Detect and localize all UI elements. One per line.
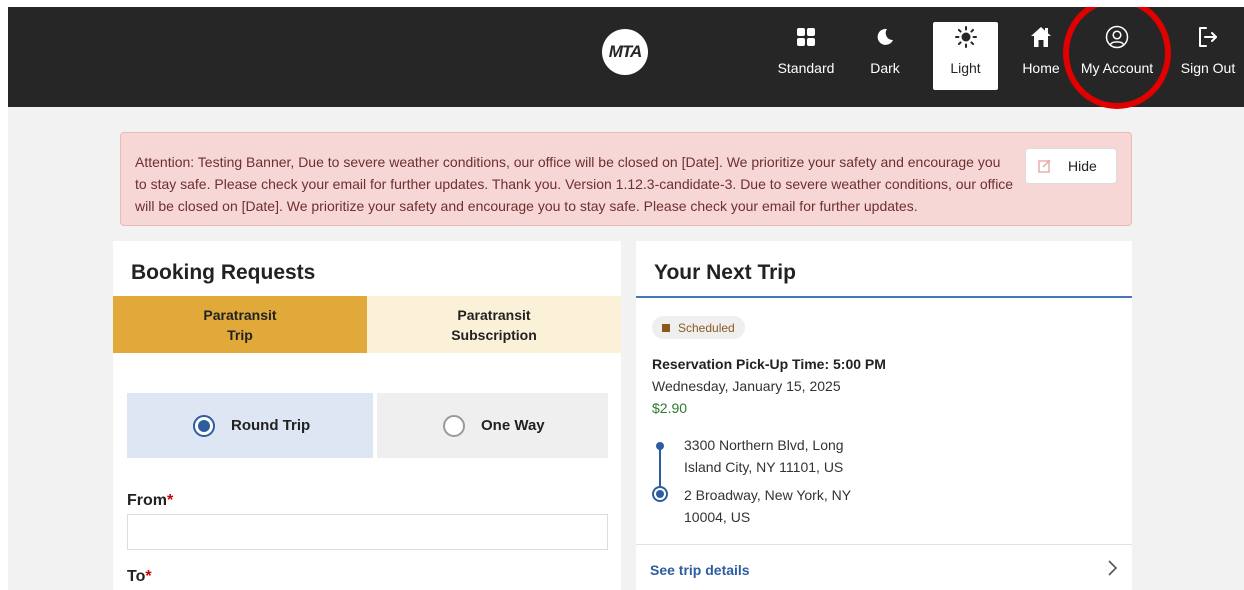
theme-dark-button[interactable]: Dark <box>860 22 910 90</box>
my-account-label: My Account <box>1080 60 1154 76</box>
app-frame: MTA Standard Dark Light Home My Account … <box>8 7 1244 590</box>
moon-icon <box>876 22 894 52</box>
origin-dot-icon <box>656 442 664 450</box>
destination-dot-icon <box>652 486 668 502</box>
theme-dark-label: Dark <box>870 60 900 76</box>
route-line <box>659 444 661 492</box>
to-label: To* <box>127 568 152 586</box>
one-way-label: One Way <box>481 417 545 434</box>
round-trip-radio[interactable] <box>193 414 215 437</box>
theme-standard-label: Standard <box>777 60 835 76</box>
edit-icon <box>1038 159 1052 173</box>
tab-paratransit-subscription[interactable]: Paratransit Subscription <box>367 296 621 353</box>
status-badge: Scheduled <box>652 316 745 339</box>
theme-light-label: Light <box>950 60 981 76</box>
my-account-button[interactable]: My Account <box>1074 22 1160 90</box>
tab-sub-line1: Paratransit <box>457 306 531 323</box>
to-label-text: To <box>127 568 146 585</box>
tab-trip-line2: Trip <box>227 326 253 343</box>
title-underline <box>636 296 1132 298</box>
status-square-icon <box>662 323 670 332</box>
alert-banner: Attention: Testing Banner, Due to severe… <box>120 132 1132 226</box>
tab-trip-line1: Paratransit <box>203 306 277 323</box>
mta-logo[interactable]: MTA <box>602 29 648 75</box>
status-text: Scheduled <box>678 320 735 335</box>
hide-label: Hide <box>1068 158 1097 174</box>
from-input[interactable] <box>127 514 608 550</box>
from-label-text: From <box>127 492 167 509</box>
round-trip-label: Round Trip <box>231 417 311 434</box>
next-trip-card: Your Next Trip Scheduled Reservation Pic… <box>636 241 1132 590</box>
home-icon <box>1030 22 1052 52</box>
sign-out-button[interactable]: Sign Out <box>1174 22 1242 90</box>
hide-banner-button[interactable]: Hide <box>1025 148 1117 184</box>
see-trip-details-link[interactable]: See trip details <box>636 545 1132 590</box>
one-way-radio[interactable] <box>443 414 465 437</box>
round-trip-option[interactable]: Round Trip <box>127 393 373 458</box>
booking-requests-card: Booking Requests Paratransit Trip Paratr… <box>113 241 621 590</box>
trip-date: Wednesday, January 15, 2025 <box>652 378 841 394</box>
theme-standard-button[interactable]: Standard <box>772 22 840 90</box>
next-trip-title: Your Next Trip <box>654 261 796 284</box>
sun-icon <box>954 22 977 52</box>
sign-out-label: Sign Out <box>1180 60 1236 76</box>
grid-icon <box>796 22 816 52</box>
booking-title: Booking Requests <box>131 261 316 284</box>
trip-fare: $2.90 <box>652 400 688 416</box>
sign-out-icon <box>1197 22 1219 52</box>
origin-address: 3300 Northern Blvd, Long Island City, NY… <box>684 437 844 475</box>
see-trip-details-label: See trip details <box>650 562 750 578</box>
tab-paratransit-trip[interactable]: Paratransit Trip <box>113 296 367 353</box>
from-required-mark: * <box>167 492 174 509</box>
top-header: MTA Standard Dark Light Home My Account … <box>8 7 1244 107</box>
destination-address: 2 Broadway, New York, NY 10004, US <box>684 487 851 525</box>
to-required-mark: * <box>145 568 152 585</box>
home-label: Home <box>1022 60 1060 76</box>
from-label: From* <box>127 492 173 510</box>
tab-sub-line2: Subscription <box>451 326 537 343</box>
chevron-right-icon <box>1106 559 1118 582</box>
banner-message: Attention: Testing Banner, Due to severe… <box>135 154 1014 214</box>
home-button[interactable]: Home <box>1015 22 1067 90</box>
one-way-option[interactable]: One Way <box>377 393 608 458</box>
theme-light-button[interactable]: Light <box>933 22 998 90</box>
user-circle-icon <box>1105 22 1129 52</box>
pickup-time: Reservation Pick-Up Time: 5:00 PM <box>652 356 886 372</box>
